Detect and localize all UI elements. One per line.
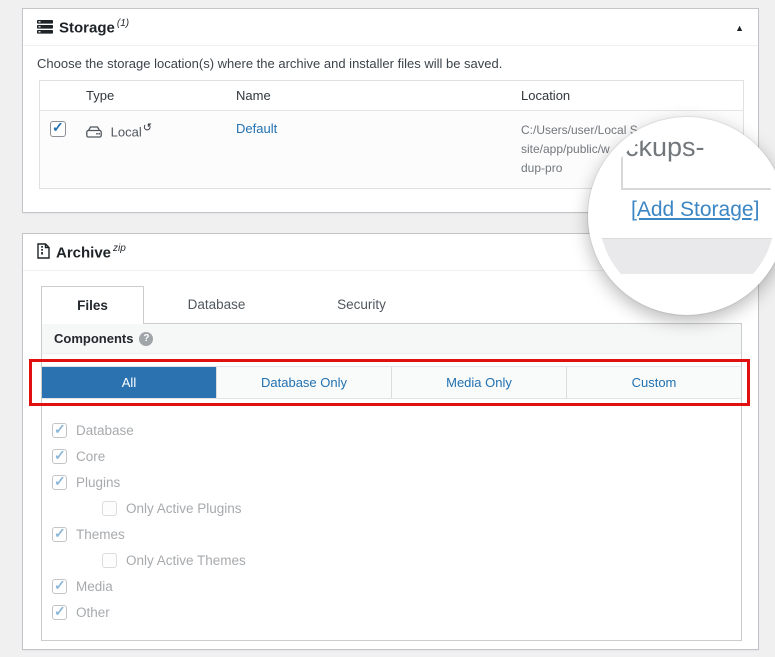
storage-description: Choose the storage location(s) where the…: [37, 56, 503, 71]
checkbox-label: Only Active Themes: [126, 552, 246, 568]
name-column-header: Name: [226, 80, 511, 111]
checkbox-label: Themes: [76, 526, 125, 542]
checkbox-label: Other: [76, 604, 110, 620]
checkbox-label: Database: [76, 422, 134, 438]
magnifier-content: ckups- [Add Storage]: [599, 128, 775, 304]
storage-name-link[interactable]: Default: [236, 121, 277, 136]
hdd-icon: [86, 126, 106, 141]
checkbox-label: Core: [76, 448, 106, 464]
storage-row-checkbox[interactable]: [50, 119, 66, 137]
themes-checkbox[interactable]: [52, 525, 67, 542]
magnified-table-border-horizontal: [621, 188, 775, 190]
archive-format-badge: zip: [113, 243, 126, 254]
component-core: Core: [52, 443, 729, 469]
component-filter-wrap: All Database Only Media Only Custom: [29, 359, 750, 406]
magnified-table-border-vertical: [621, 128, 623, 190]
type-column-header: Type: [76, 80, 226, 111]
storage-title: Storage: [59, 19, 115, 37]
component-filter-group: All Database Only Media Only Custom: [42, 366, 741, 399]
tab-files[interactable]: Files: [41, 286, 144, 324]
storage-type-label: Local: [110, 124, 142, 140]
undo-icon: ↺: [142, 122, 152, 134]
magnified-path-fragment: ckups-: [625, 132, 705, 162]
only-active-plugins-checkbox[interactable]: [102, 500, 117, 516]
database-checkbox[interactable]: [52, 421, 67, 438]
tab-security[interactable]: Security: [289, 286, 434, 323]
storage-count-badge: (1): [116, 18, 130, 29]
plugins-checkbox[interactable]: [52, 473, 67, 490]
components-bar: Components ?: [42, 324, 741, 354]
files-tab-content: Components ? All Database Only Media Onl…: [29, 323, 750, 641]
components-checkbox-list: Database Core Plugins Only Active Plugin…: [42, 399, 741, 625]
checkbox-column-header: [39, 80, 76, 111]
component-media: Media: [52, 573, 729, 599]
filter-media-only-button[interactable]: Media Only: [392, 367, 567, 398]
component-only-active-plugins: Only Active Plugins: [52, 495, 729, 521]
checkbox-label: Only Active Plugins: [126, 500, 242, 516]
filter-database-only-button[interactable]: Database Only: [217, 367, 392, 398]
checkbox-label: Media: [76, 578, 113, 594]
media-checkbox[interactable]: [52, 577, 67, 594]
component-database: Database: [52, 417, 729, 443]
storage-collapse-toggle[interactable]: ▲: [735, 23, 744, 33]
server-stack-icon: [37, 20, 53, 39]
magnifier-callout: ckups- [Add Storage]: [588, 117, 775, 315]
add-storage-link[interactable]: [Add Storage]: [631, 198, 759, 222]
magnified-panel-edge: [599, 238, 775, 274]
storage-type-cell: Local↺: [76, 110, 226, 189]
location-column-header: Location: [511, 80, 744, 111]
storage-table-header-row: Type Name Location: [39, 80, 744, 111]
file-zip-icon: [37, 243, 50, 264]
archive-title: Archive: [56, 244, 112, 262]
component-themes: Themes: [52, 521, 729, 547]
component-other: Other: [52, 599, 729, 625]
filter-custom-button[interactable]: Custom: [567, 367, 741, 398]
core-checkbox[interactable]: [52, 447, 67, 464]
components-label: Components: [54, 331, 134, 346]
filter-all-button[interactable]: All: [42, 367, 217, 398]
other-checkbox[interactable]: [52, 603, 67, 620]
checkbox-label: Plugins: [76, 474, 121, 490]
storage-header: Storage (1) ▲: [23, 9, 758, 46]
component-plugins: Plugins: [52, 469, 729, 495]
only-active-themes-checkbox[interactable]: [102, 552, 117, 568]
tab-database[interactable]: Database: [144, 286, 289, 323]
help-icon[interactable]: ?: [139, 331, 154, 346]
component-only-active-themes: Only Active Themes: [52, 547, 729, 573]
